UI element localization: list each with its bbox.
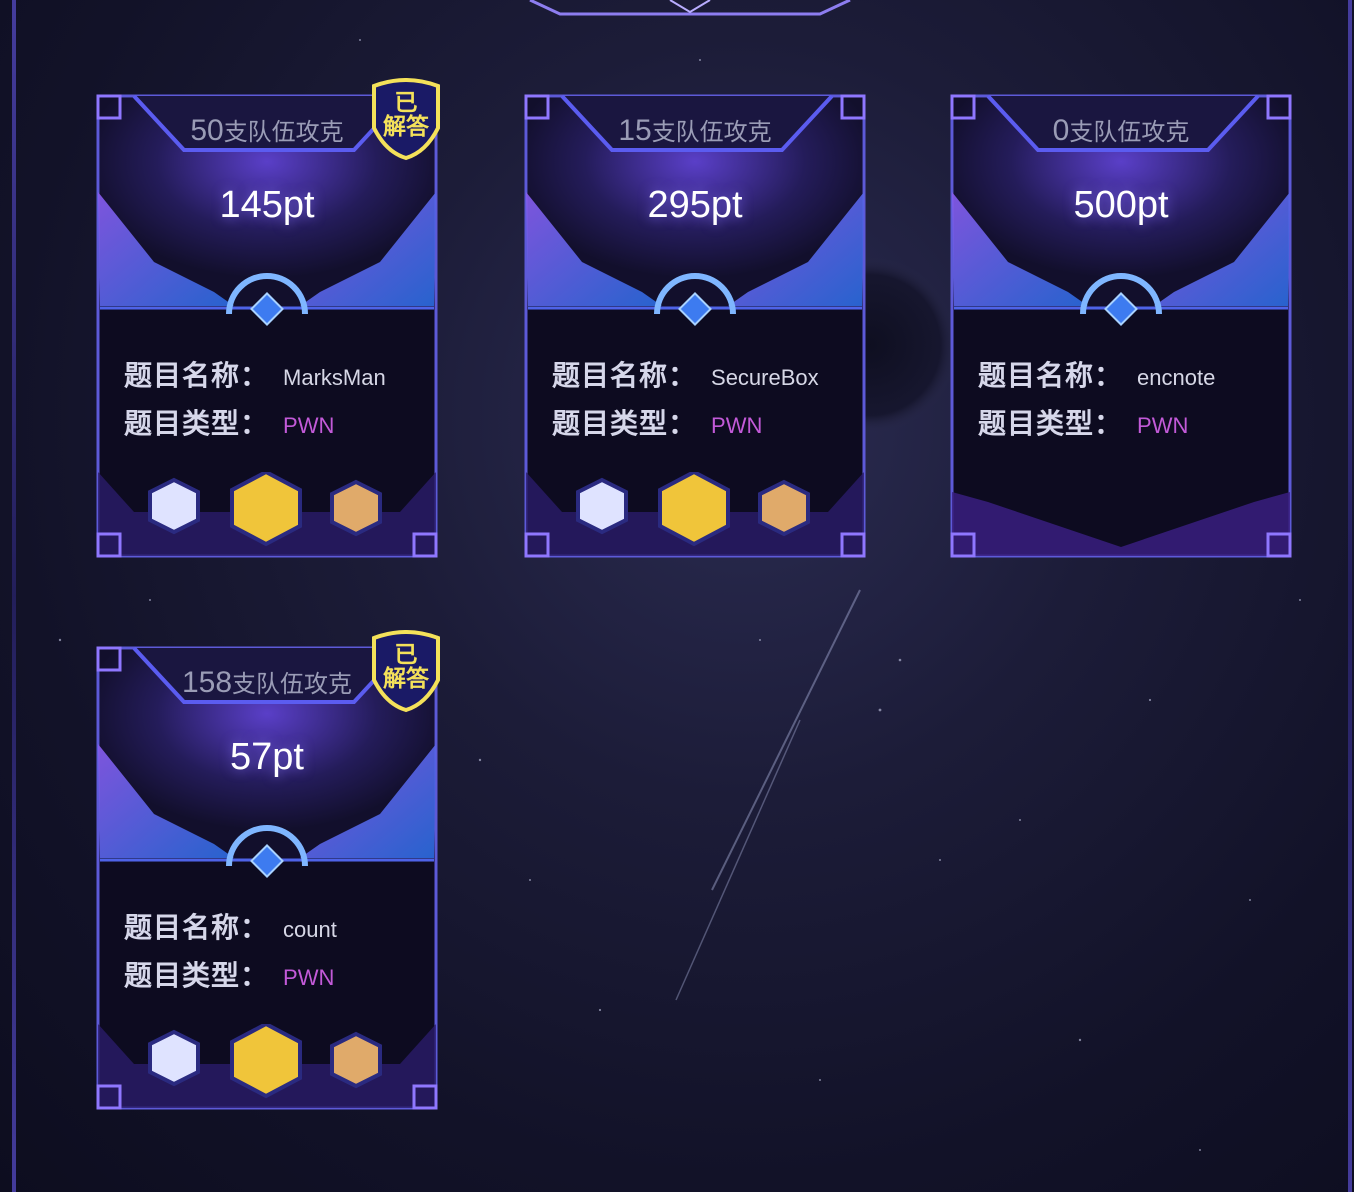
challenge-points: 500pt bbox=[1073, 184, 1169, 226]
challenge-card[interactable]: 0支队伍攻克 500pt 题目名称： encnote 题目类型： PWN bbox=[948, 92, 1294, 560]
solved-badge-text: 已解答 bbox=[383, 89, 429, 139]
challenge-card[interactable]: 50支队伍攻克 145pt 题目名称： MarksMan 题目类型： PWN 已解答 bbox=[94, 78, 440, 560]
blood-gems bbox=[576, 472, 810, 547]
left-frame-border bbox=[12, 0, 16, 1192]
gem-white-icon bbox=[148, 1029, 200, 1087]
gem-white-icon bbox=[148, 477, 200, 535]
gem-bronze-icon bbox=[330, 1031, 382, 1089]
gem-gold-icon bbox=[230, 1024, 302, 1099]
challenge-type: PWN bbox=[283, 413, 335, 438]
challenge-points: 295pt bbox=[647, 184, 743, 226]
challenge-card[interactable]: 15支队伍攻克 295pt 题目名称： SecureBox 题目类型： PWN bbox=[522, 92, 868, 560]
challenge-points: 57pt bbox=[230, 736, 304, 778]
gem-bronze-icon bbox=[330, 479, 382, 537]
challenge-type-row: 题目类型： PWN bbox=[978, 408, 1189, 439]
challenge-name: MarksMan bbox=[283, 365, 386, 390]
challenge-name-row: 题目名称： SecureBox bbox=[552, 360, 819, 391]
challenge-type-row: 题目类型： PWN bbox=[124, 408, 335, 439]
challenge-type: PWN bbox=[711, 413, 763, 438]
challenge-type-row: 题目类型： PWN bbox=[552, 408, 763, 439]
challenge-card[interactable]: 158支队伍攻克 57pt 题目名称： count 题目类型： PWN 已解答 bbox=[94, 630, 440, 1112]
challenge-type: PWN bbox=[1137, 413, 1189, 438]
gem-bronze-icon bbox=[758, 479, 810, 537]
solved-team-count: 0支队伍攻克 bbox=[1052, 114, 1190, 147]
challenge-name: count bbox=[283, 917, 337, 942]
gem-gold-icon bbox=[230, 472, 302, 547]
blood-gems bbox=[148, 472, 382, 547]
challenge-type: PWN bbox=[283, 965, 335, 990]
card-frame bbox=[950, 94, 1292, 558]
gem-white-icon bbox=[576, 477, 628, 535]
right-frame-border bbox=[1348, 0, 1352, 1192]
challenge-name: encnote bbox=[1137, 365, 1216, 390]
blood-gems bbox=[148, 1024, 382, 1099]
challenge-name: SecureBox bbox=[711, 365, 819, 390]
challenge-name-row: 题目名称： encnote bbox=[978, 360, 1216, 391]
challenge-type-row: 题目类型： PWN bbox=[124, 960, 335, 991]
gem-gold-icon bbox=[658, 472, 730, 547]
top-ornament bbox=[529, 0, 851, 16]
challenge-name-row: 题目名称： count bbox=[124, 912, 337, 943]
challenge-points: 145pt bbox=[219, 184, 315, 226]
challenge-name-row: 题目名称： MarksMan bbox=[124, 360, 386, 391]
solved-team-count: 15支队伍攻克 bbox=[618, 114, 772, 147]
solved-badge-text: 已解答 bbox=[383, 641, 429, 691]
